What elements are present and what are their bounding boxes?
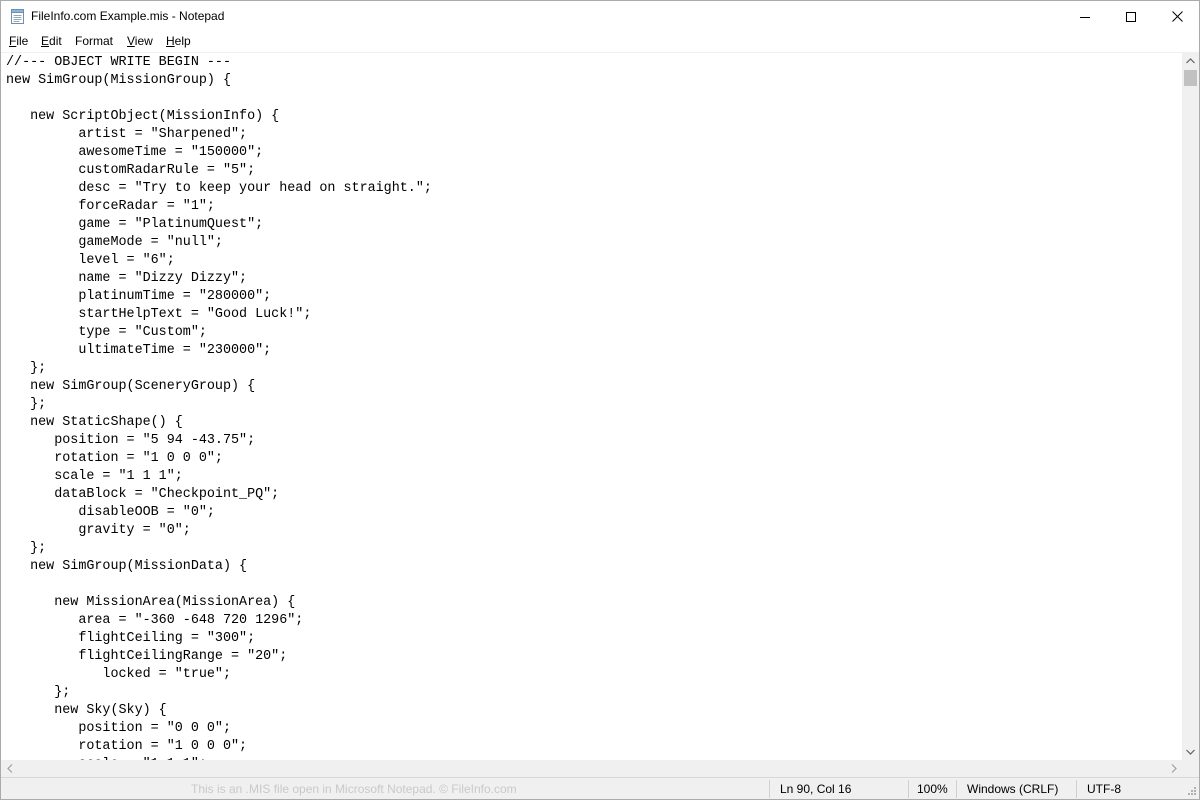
code-line: }; [6, 541, 47, 556]
line-ending: Windows (CRLF) [967, 782, 1059, 796]
scroll-right-button[interactable] [1165, 760, 1182, 777]
title-bar[interactable]: FileInfo.com Example.mis - Notepad [1, 1, 1199, 32]
minimize-button[interactable] [1062, 1, 1108, 32]
window-title: FileInfo.com Example.mis - Notepad [31, 9, 225, 23]
chevron-down-icon [1186, 749, 1195, 755]
status-divider [769, 780, 770, 798]
menu-help-label: elp [174, 34, 191, 48]
menu-view[interactable]: View [127, 34, 153, 48]
code-line: startHelpText = "Good Luck!"; [6, 307, 312, 322]
status-divider [1076, 780, 1077, 798]
menu-edit-label: dit [49, 34, 62, 48]
code-line: name = "Dizzy Dizzy"; [6, 271, 248, 286]
code-line: forceRadar = "1"; [6, 199, 215, 214]
code-line: level = "6"; [6, 253, 175, 268]
vertical-scroll-thumb[interactable] [1184, 70, 1197, 86]
text-editor[interactable]: //--- OBJECT WRITE BEGIN --- new SimGroup… [1, 52, 1182, 761]
code-line: position = "0 0 0"; [6, 721, 231, 736]
code-line: customRadarRule = "5"; [6, 163, 256, 178]
scroll-down-button[interactable] [1182, 743, 1199, 760]
code-line: ultimateTime = "230000"; [6, 343, 272, 358]
notepad-icon [11, 9, 24, 24]
code-line: new MissionArea(MissionArea) { [6, 595, 296, 610]
status-bar: This is an .MIS file open in Microsoft N… [1, 777, 1199, 799]
code-line: new ScriptObject(MissionInfo) { [6, 109, 280, 124]
vertical-scrollbar[interactable] [1182, 52, 1199, 760]
code-line: rotation = "1 0 0 0"; [6, 451, 223, 466]
horizontal-scrollbar[interactable] [1, 760, 1182, 777]
code-line: gravity = "0"; [6, 523, 191, 538]
code-line: //--- OBJECT WRITE BEGIN --- [6, 55, 231, 70]
menu-edit-mnemonic: E [41, 34, 50, 48]
chevron-left-icon [6, 764, 12, 773]
notepad-window: FileInfo.com Example.mis - Notepad File … [0, 0, 1200, 800]
code-line: }; [6, 397, 47, 412]
code-line: platinumTime = "280000"; [6, 289, 272, 304]
code-line: }; [6, 361, 47, 376]
code-line: locked = "true"; [6, 667, 231, 682]
code-line: position = "5 94 -43.75"; [6, 433, 256, 448]
code-line: dataBlock = "Checkpoint_PQ"; [6, 487, 280, 502]
menu-view-label: iew [134, 34, 153, 48]
code-line: game = "PlatinumQuest"; [6, 217, 264, 232]
code-line: new SimGroup(MissionGroup) { [6, 73, 231, 88]
maximize-button[interactable] [1108, 1, 1154, 32]
code-line: new Sky(Sky) { [6, 703, 167, 718]
code-line: flightCeiling = "300"; [6, 631, 256, 646]
scrollbar-corner [1182, 760, 1199, 777]
editor-content[interactable]: //--- OBJECT WRITE BEGIN --- new SimGroup… [6, 54, 432, 761]
menu-file-label: ile [16, 34, 29, 48]
menu-help[interactable]: Help [166, 34, 191, 48]
code-line: desc = "Try to keep your head on straigh… [6, 181, 432, 196]
chevron-right-icon [1171, 764, 1177, 773]
minimize-icon [1080, 16, 1090, 18]
code-line: type = "Custom"; [6, 325, 207, 340]
menu-file[interactable]: File [9, 34, 28, 48]
code-line: }; [6, 685, 71, 700]
code-line: artist = "Sharpened"; [6, 127, 248, 142]
scroll-up-button[interactable] [1182, 52, 1199, 69]
cursor-position: Ln 90, Col 16 [780, 782, 852, 796]
code-line: new SimGroup(SceneryGroup) { [6, 379, 256, 394]
code-line: flightCeilingRange = "20"; [6, 649, 288, 664]
code-line: scale = "1 1 1"; [6, 469, 183, 484]
code-line: new SimGroup(MissionData) { [6, 559, 248, 574]
scroll-left-button[interactable] [1, 760, 18, 777]
watermark-text: This is an .MIS file open in Microsoft N… [191, 782, 517, 796]
maximize-icon [1126, 11, 1136, 22]
status-divider [908, 780, 909, 798]
menu-format[interactable]: Format [75, 34, 113, 48]
close-icon [1171, 11, 1183, 22]
code-line: gameMode = "null"; [6, 235, 223, 250]
menu-bar: File Edit Format View Help [1, 32, 1199, 51]
encoding: UTF-8 [1087, 782, 1121, 796]
code-line: awesomeTime = "150000"; [6, 145, 264, 160]
zoom-level: 100% [917, 782, 948, 796]
menu-view-mnemonic: V [127, 34, 135, 48]
menu-edit[interactable]: Edit [41, 34, 62, 48]
code-line: rotation = "1 0 0 0"; [6, 739, 248, 754]
menu-help-mnemonic: H [166, 34, 175, 48]
resize-grip-icon[interactable] [1183, 784, 1197, 798]
chevron-up-icon [1186, 57, 1195, 63]
menu-format-label: ormat [82, 34, 114, 48]
code-line: disableOOB = "0"; [6, 505, 215, 520]
status-divider [956, 780, 957, 798]
close-button[interactable] [1154, 1, 1199, 32]
code-line: new StaticShape() { [6, 415, 183, 430]
code-line: area = "-360 -648 720 1296"; [6, 613, 304, 628]
